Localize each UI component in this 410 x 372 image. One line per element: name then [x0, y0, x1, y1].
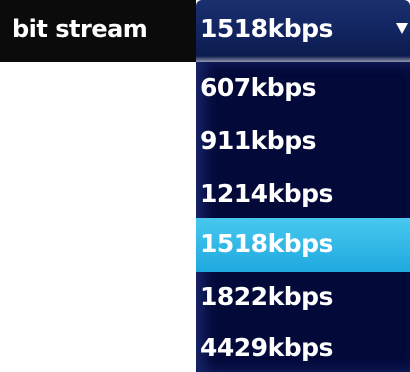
option-label: 607kbps	[200, 73, 316, 102]
dropdown-option-1518[interactable]: 1518kbps	[196, 218, 410, 272]
option-label: 911kbps	[200, 126, 316, 155]
select-current-value: 1518kbps	[200, 14, 333, 43]
dropdown-option-607[interactable]: 607kbps	[196, 62, 410, 116]
option-label: 1822kbps	[200, 282, 333, 311]
dropdown-option-911[interactable]: 911kbps	[196, 115, 410, 169]
setting-label: bit stream	[12, 15, 148, 43]
option-label: 4429kbps	[200, 333, 333, 362]
option-label: 1214kbps	[200, 179, 333, 208]
dropdown-list: 607kbps 911kbps 1214kbps 1518kbps 1822kb…	[196, 62, 410, 372]
bitrate-select[interactable]: 1518kbps	[196, 0, 410, 62]
setting-label-bar: bit stream	[0, 0, 196, 62]
option-label: 1518kbps	[200, 229, 333, 258]
dropdown-option-4429[interactable]: 4429kbps	[196, 322, 410, 372]
chevron-down-icon	[396, 23, 408, 34]
settings-screen: bit stream 1518kbps 607kbps 911kbps 1214…	[0, 0, 410, 372]
dropdown-option-1214[interactable]: 1214kbps	[196, 168, 410, 222]
dropdown-option-1822[interactable]: 1822kbps	[196, 271, 410, 325]
